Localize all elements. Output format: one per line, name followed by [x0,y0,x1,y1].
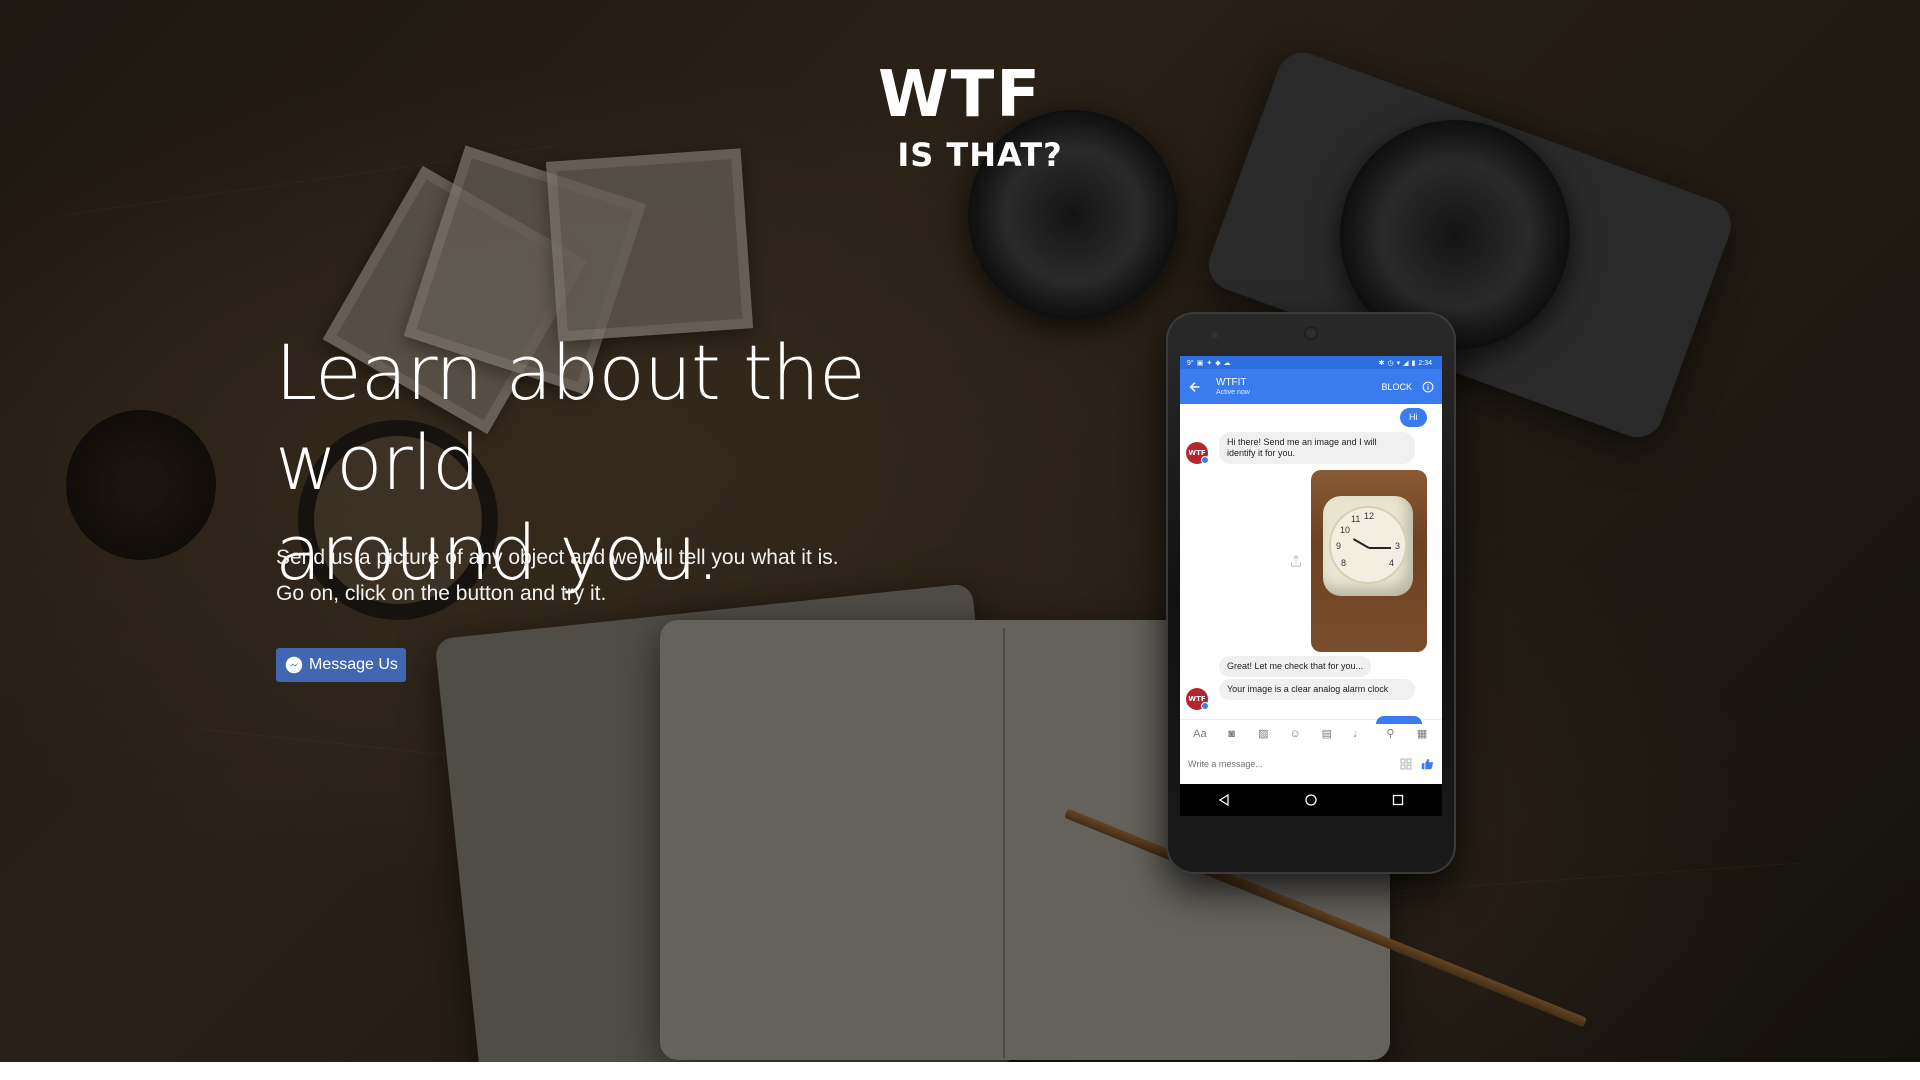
status-time: 2:34 [1418,359,1432,367]
headline-line-1: Learn about the world [275,328,866,507]
chat-thread: Hi WTF Hi there! Send me an image and I … [1180,404,1442,724]
bot-avatar: WTF [1186,442,1209,464]
android-nav-bar [1180,784,1442,816]
bot-avatar: WTF [1186,688,1209,710]
message-input[interactable] [1188,759,1392,769]
page-bottom-edge [0,1062,1920,1080]
sent-photo-alarm-clock[interactable]: 12 11 10 9 8 3 4 [1311,470,1427,652]
chat-header: WTFIT Active now BLOCK [1180,369,1442,404]
camera-icon[interactable]: ◙ [1225,727,1239,741]
phone-screen: 9° ▣ ✦ ◆ ☁ ✱ ◷ ▾ ◢ ▮ 2:34 WTFIT Active now BLOCK … [1180,356,1442,784]
incoming-message-result: Your image is a clear analog alarm clock [1219,679,1415,700]
nav-recents-icon[interactable] [1391,793,1405,807]
hero-background: WTF IS THAT? Learn about the world aroun… [0,0,1920,1062]
status-notification-icons: 9° ▣ ✦ ◆ ☁ [1187,359,1231,367]
message-us-label: Message Us [309,656,398,673]
status-system-icons: ✱ ◷ ▾ ◢ ▮ 2:34 [1378,359,1432,367]
microphone-icon[interactable]: ♩ [1352,727,1366,741]
message-composer [1180,747,1442,781]
back-arrow-icon[interactable] [1188,380,1202,394]
location-pin-icon[interactable]: ⚲ [1383,727,1397,741]
messenger-icon [285,656,303,674]
gif-icon[interactable]: ▤ [1320,727,1334,741]
chat-title: WTFIT [1216,377,1247,388]
info-icon[interactable] [1422,381,1434,393]
qr-code-icon[interactable] [1400,758,1412,770]
chat-active-status: Active now [1216,389,1250,396]
phone-mockup: 9° ▣ ✦ ◆ ☁ ✱ ◷ ▾ ◢ ▮ 2:34 WTFIT Active now BLOCK … [1166,312,1456,874]
more-apps-icon[interactable]: ▦ [1415,727,1429,741]
logo-wtf: WTF [878,58,1042,132]
description-line-1: Send us a picture of any object and we w… [276,546,839,569]
gallery-icon[interactable]: ▨ [1256,727,1270,741]
nav-home-icon[interactable] [1304,793,1318,807]
front-camera [1212,332,1218,338]
thumbs-up-icon[interactable] [1420,757,1434,771]
share-icon[interactable] [1289,554,1303,568]
message-us-button[interactable]: Message Us [276,648,406,682]
incoming-message-greeting: Hi there! Send me an image and I will id… [1219,432,1415,464]
emoji-icon[interactable]: ☺ [1288,727,1302,741]
incoming-message-checking: Great! Let me check that for you... [1219,656,1372,677]
status-bar: 9° ▣ ✦ ◆ ☁ ✱ ◷ ▾ ◢ ▮ 2:34 [1180,356,1442,369]
phone-speaker [1304,326,1318,340]
block-button[interactable]: BLOCK [1381,382,1412,392]
alarm-clock-image: 12 11 10 9 8 3 4 [1323,496,1413,596]
text-format-icon[interactable]: Aa [1193,727,1207,741]
nav-back-icon[interactable] [1217,793,1231,807]
outgoing-message-partial [1376,716,1422,724]
logo-is-that: IS THAT? [897,136,1063,174]
description-line-2: Go on, click on the button and try it. [276,582,607,605]
outgoing-message-hi: Hi [1400,408,1427,427]
